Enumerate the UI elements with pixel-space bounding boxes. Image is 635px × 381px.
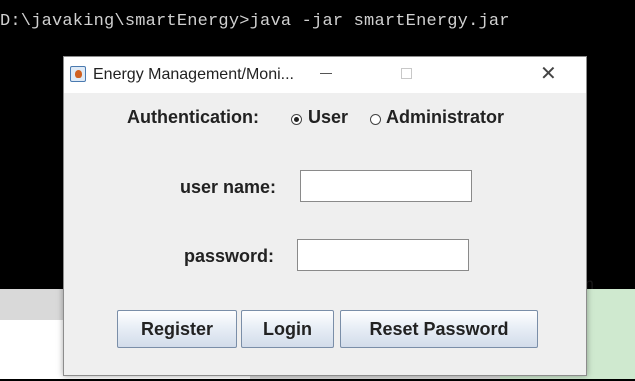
login-button[interactable]: Login <box>241 310 334 348</box>
password-input[interactable] <box>297 239 469 271</box>
login-dialog: Energy Management/Moni... ✕ Authenticati… <box>63 56 587 376</box>
reset-password-button[interactable]: Reset Password <box>340 310 538 348</box>
radio-user-label[interactable]: User <box>308 107 348 128</box>
title-bar[interactable]: Energy Management/Moni... ✕ <box>64 57 586 93</box>
minimize-button[interactable] <box>320 73 332 74</box>
username-input[interactable] <box>300 170 472 202</box>
java-app-icon <box>70 66 86 82</box>
maximize-button[interactable] <box>401 68 412 79</box>
radio-administrator[interactable] <box>370 114 381 125</box>
authentication-label: Authentication: <box>127 107 259 127</box>
window-title: Energy Management/Moni... <box>93 66 294 83</box>
radio-user[interactable] <box>291 114 302 125</box>
username-label: user name: <box>180 177 277 197</box>
close-button[interactable]: ✕ <box>540 63 557 85</box>
radio-administrator-label[interactable]: Administrator <box>386 107 504 128</box>
console-command-line: D:\javaking\smartEnergy>java -jar smartE… <box>0 12 510 31</box>
password-label: password: <box>184 246 275 266</box>
register-button[interactable]: Register <box>117 310 237 348</box>
